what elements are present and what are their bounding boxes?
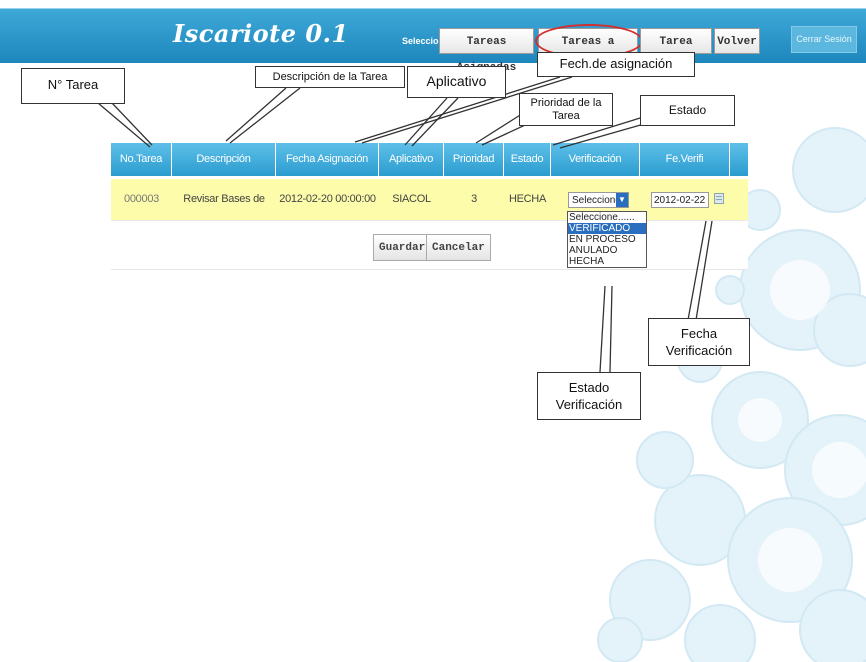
cell-aplicativo: SIACOL WEB xyxy=(392,193,431,246)
callout-descripcion: Descripción de la Tarea xyxy=(255,66,405,88)
calendar-icon[interactable] xyxy=(714,193,724,204)
cell-no-tarea: 000003 xyxy=(124,193,159,205)
fe-verifi-input[interactable]: 2012-02-22 xyxy=(651,192,709,208)
table-actions: Guardar Cancelar xyxy=(111,221,748,270)
cell-descripcion: Revisar Bases de Datos xyxy=(183,193,265,246)
callout-aplicativo: Aplicativo xyxy=(407,66,506,98)
callout-fecha-asignacion: Fech.de asignación xyxy=(537,52,695,77)
callout-estado-verificacion: Estado Verificación xyxy=(537,372,641,420)
cancel-button[interactable]: Cancelar xyxy=(426,234,491,261)
col-descripcion: Descripción xyxy=(172,143,276,176)
callout-prioridad: Prioridad de la Tarea xyxy=(519,93,613,126)
cell-prioridad: 3 xyxy=(471,193,477,205)
cell-fecha-asignacion: 2012-02-20 00:00:00 xyxy=(279,193,376,205)
app-logo: Iscariote 0.1 xyxy=(173,19,349,48)
callout-n-tarea: N° Tarea xyxy=(21,68,125,104)
col-fecha-asignacion: Fecha Asignación xyxy=(276,143,379,176)
table-row: 000003 Revisar Bases de Datos 2012-02-20… xyxy=(111,179,748,246)
dropdown-option[interactable]: Seleccione...... xyxy=(568,212,646,223)
close-session-button[interactable]: Cerrar Sesión xyxy=(791,26,857,53)
nav-tareas-asignadas-button[interactable]: Tareas Asignadas xyxy=(439,28,534,74)
col-fe-verifi: Fe.Verifi xyxy=(640,143,730,176)
col-estado: Estado xyxy=(504,143,551,176)
col-aplicativo: Aplicativo xyxy=(379,143,444,176)
nav-tarea-nueva-button[interactable]: Tarea Nueva xyxy=(640,28,712,74)
col-prioridad: Prioridad xyxy=(444,143,504,176)
dropdown-option[interactable]: HECHA xyxy=(568,256,646,267)
callout-fecha-verificacion: Fecha Verificación xyxy=(648,318,750,366)
cell-estado: HECHA xyxy=(508,193,546,205)
col-verificacion: Verificación xyxy=(551,143,640,176)
save-button[interactable]: Guardar xyxy=(373,234,432,261)
chevron-down-icon[interactable]: ▼ xyxy=(616,193,628,207)
callout-estado: Estado xyxy=(640,95,735,126)
dropdown-option[interactable]: EN PROCESO xyxy=(568,234,646,245)
table-header: No.Tarea Descripción Fecha Asignación Ap… xyxy=(111,143,748,176)
col-no-tarea: No.Tarea xyxy=(111,143,172,176)
verificacion-select[interactable]: Seleccione. ▼ xyxy=(568,192,629,208)
dropdown-option[interactable]: ANULADO xyxy=(568,245,646,256)
nav-tareas-a-verificar-button[interactable]: Tareas a Verificar xyxy=(535,24,643,74)
nav-volver-button[interactable]: Volver xyxy=(714,28,760,54)
dropdown-option-selected[interactable]: VERIFICADO xyxy=(568,223,646,234)
verificacion-dropdown-list: Seleccione...... VERIFICADO EN PROCESO A… xyxy=(567,211,647,268)
app-header: Iscariote 0.1 Seleccione: Tareas Asignad… xyxy=(0,8,866,74)
